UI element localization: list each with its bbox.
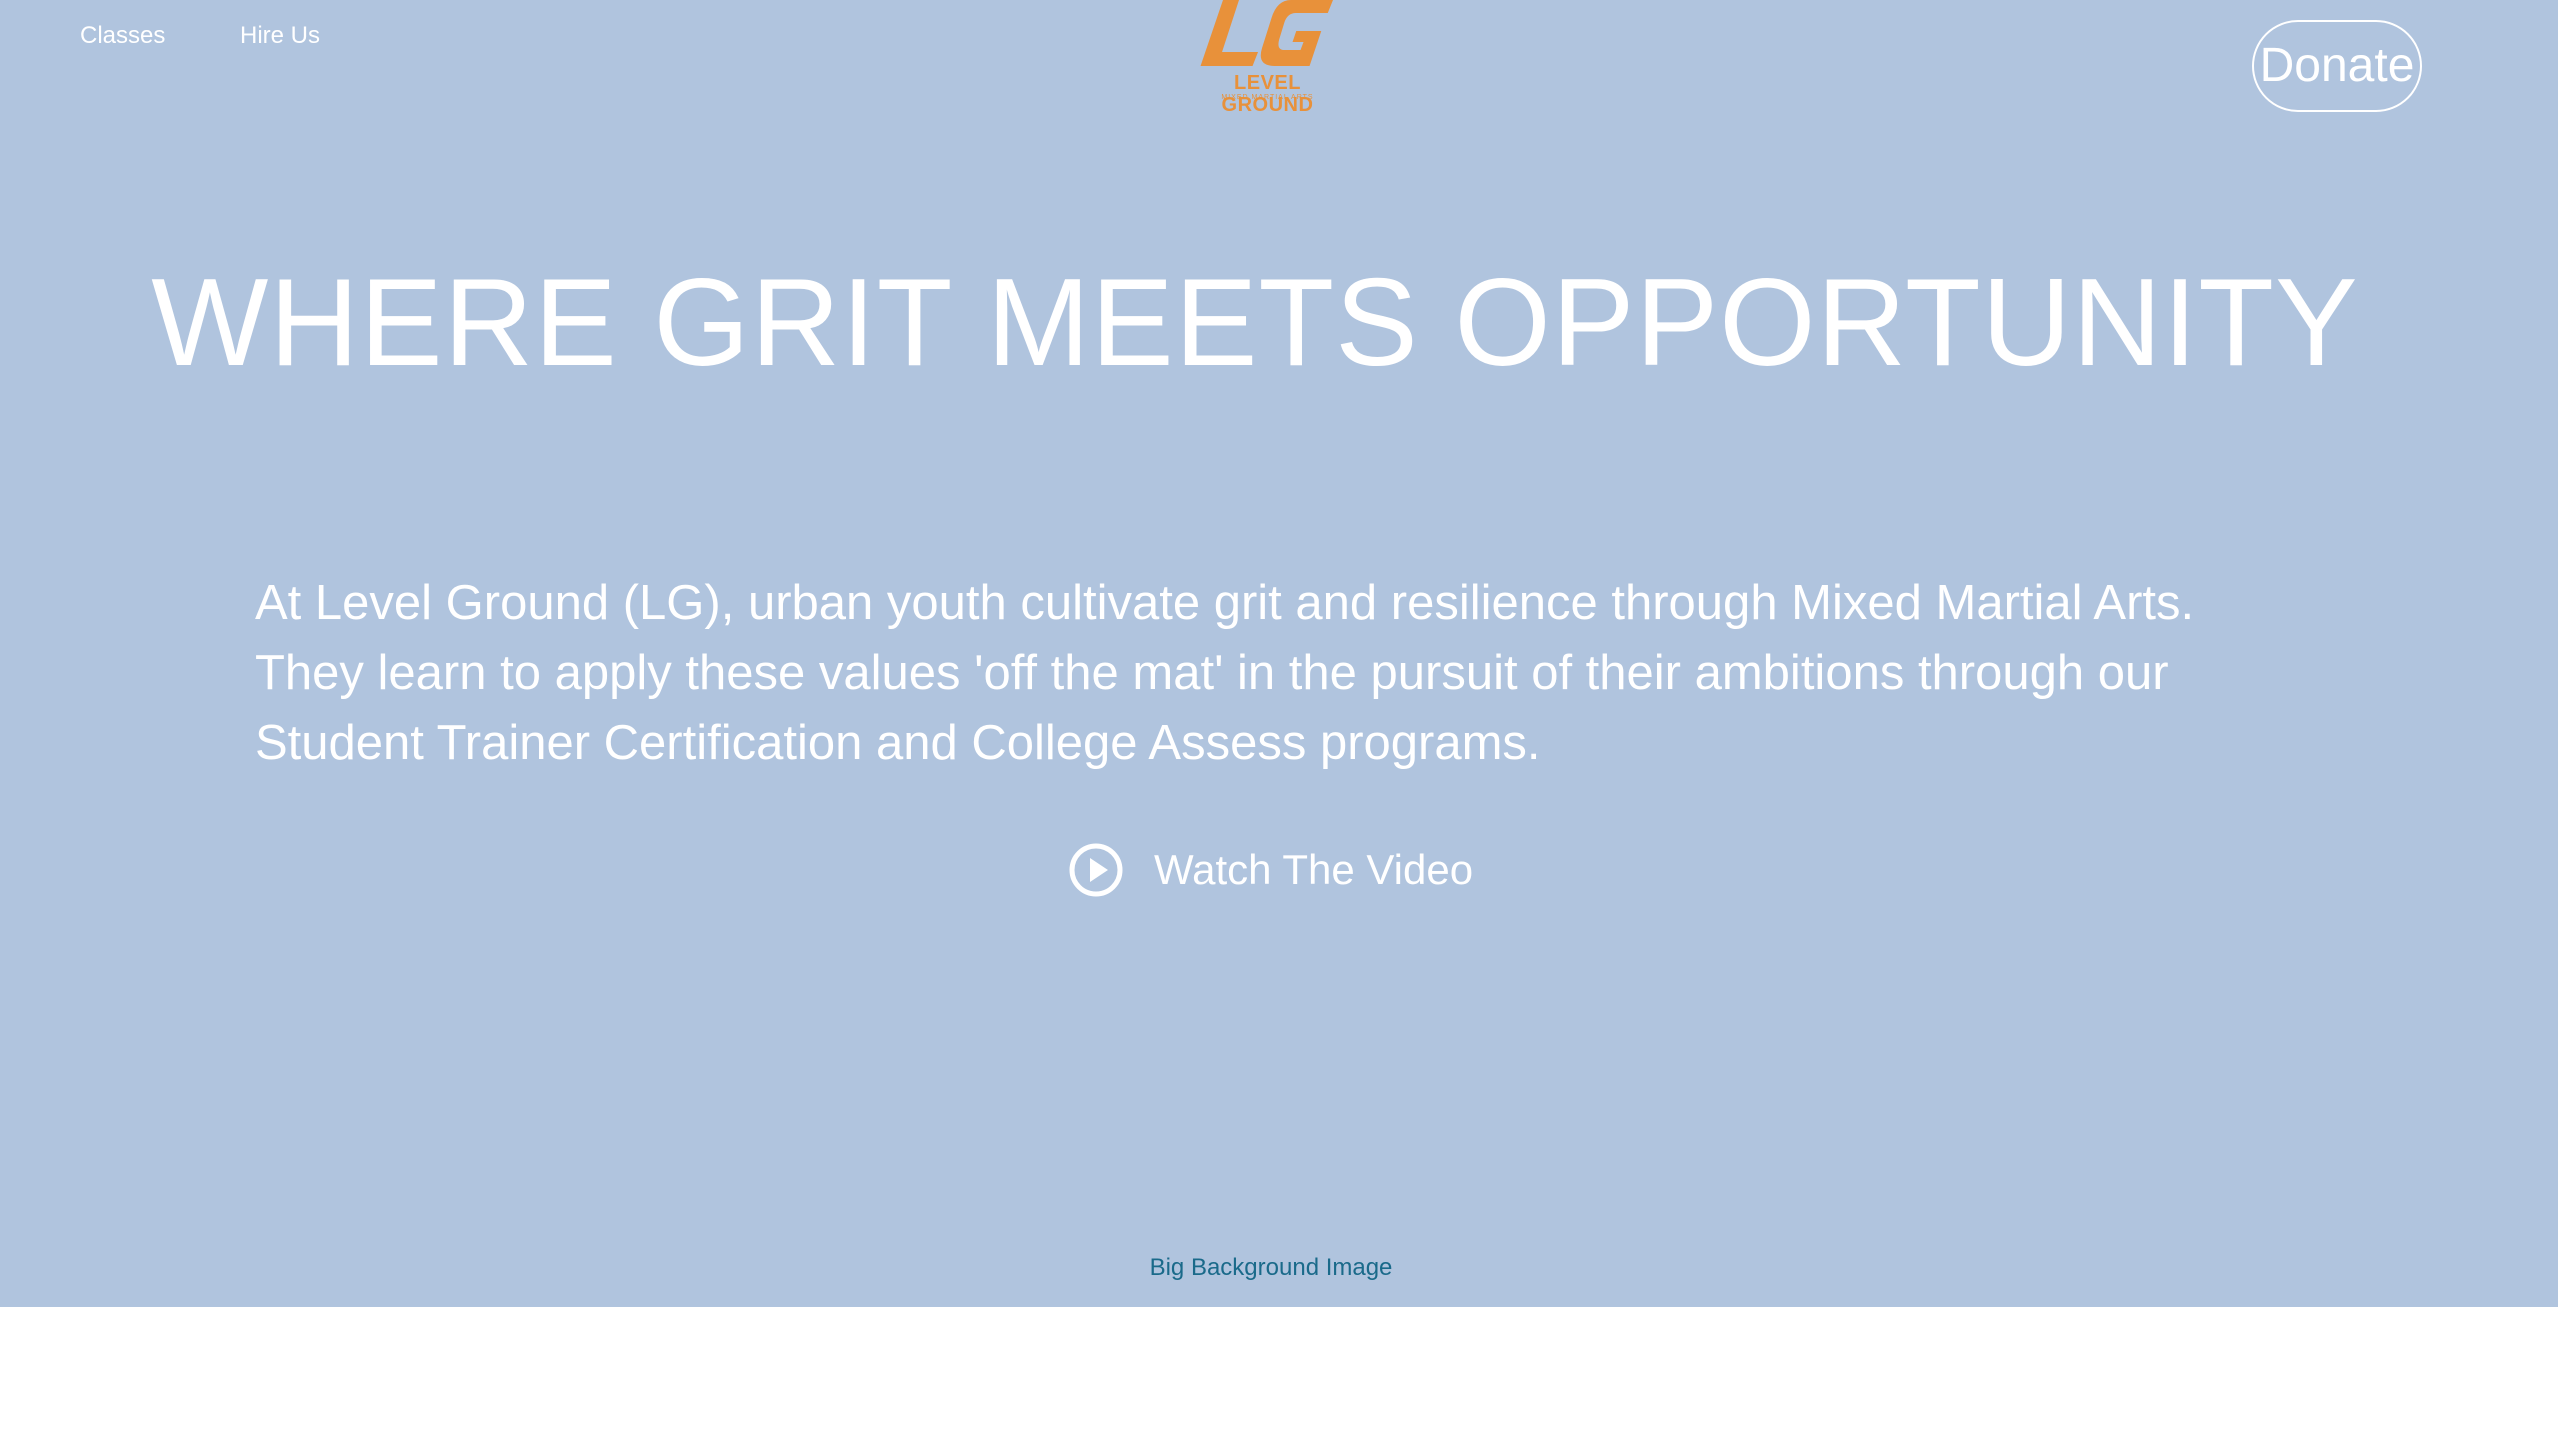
nav-link-hire-us[interactable]: Hire Us bbox=[240, 20, 320, 52]
watch-video-button[interactable]: Watch The Video bbox=[1068, 840, 1473, 900]
hero-section: Classes Hire Us LEVEL GROUND MIXED MARTI… bbox=[0, 0, 2558, 1307]
nav-link-classes[interactable]: Classes bbox=[80, 20, 165, 52]
lg-monogram-icon bbox=[1200, 0, 1333, 66]
play-circle-icon bbox=[1069, 843, 1123, 897]
level-ground-logo[interactable]: LEVEL GROUND MIXED MARTIAL ARTS bbox=[1195, 0, 1340, 116]
watch-video-label: Watch The Video bbox=[1154, 846, 1474, 893]
hero-intro-text: At Level Ground (LG), urban youth cultiv… bbox=[255, 576, 2195, 770]
hero-headline: WHERE GRIT MEETS OPPORTUNITY bbox=[151, 254, 2359, 392]
donate-button[interactable]: Donate bbox=[2252, 20, 2422, 112]
logo-tagline: MIXED MARTIAL ARTS bbox=[1221, 94, 1314, 101]
big-background-image-link[interactable]: Big Background Image bbox=[0, 1252, 2542, 1284]
